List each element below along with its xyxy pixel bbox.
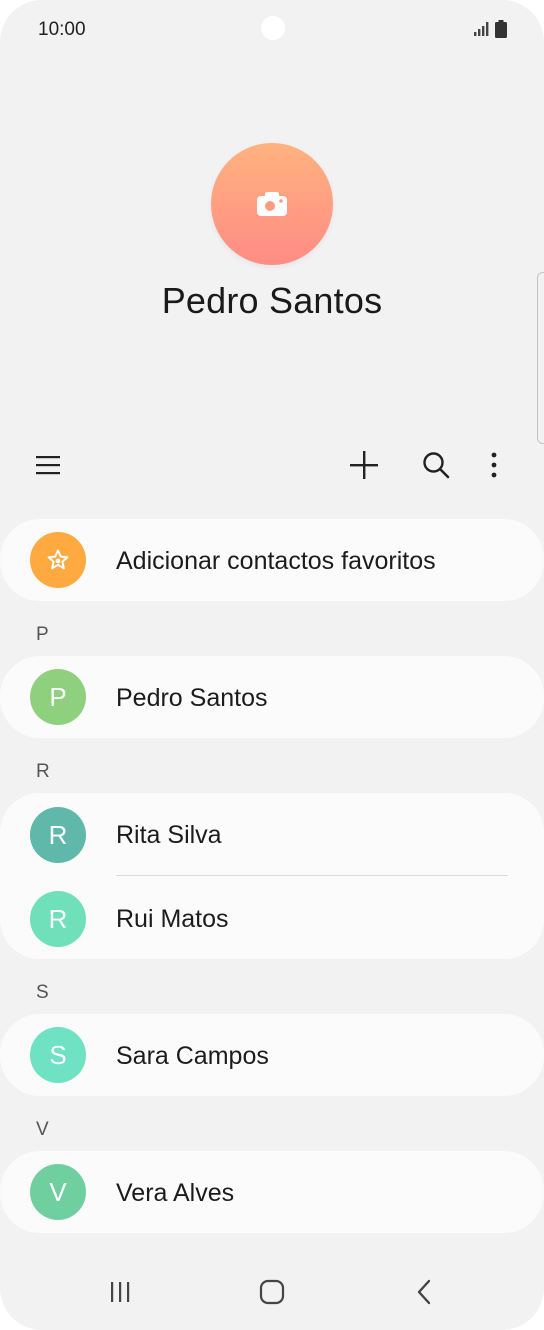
contact-avatar: V	[30, 1164, 86, 1220]
contact-group-r: R Rita Silva R Rui Matos	[0, 793, 544, 959]
more-options-button[interactable]	[474, 445, 514, 485]
status-time: 10:00	[38, 19, 86, 40]
back-button[interactable]	[404, 1272, 444, 1312]
profile-photo-button[interactable]	[211, 143, 333, 265]
battery-icon	[495, 20, 507, 38]
recents-button[interactable]	[100, 1272, 140, 1312]
profile-name: Pedro Santos	[161, 280, 383, 321]
contact-row-pedro-santos[interactable]: P Pedro Santos	[0, 656, 544, 740]
contact-avatar: R	[30, 807, 86, 863]
row-divider	[116, 875, 508, 876]
contact-name: Rita Silva	[116, 821, 222, 849]
contact-name: Rui Matos	[116, 905, 229, 933]
scroll-handle[interactable]	[537, 272, 544, 444]
favorites-card[interactable]: Adicionar contactos favoritos	[0, 519, 544, 601]
contact-avatar: R	[30, 891, 86, 947]
home-button[interactable]	[252, 1272, 292, 1312]
status-bar: 10:00	[0, 0, 544, 60]
star-icon	[47, 549, 69, 570]
contact-name: Vera Alves	[116, 1179, 235, 1207]
contact-row-vera-alves[interactable]: V Vera Alves	[0, 1151, 544, 1235]
section-header-v: V	[36, 1119, 49, 1140]
more-vertical-icon	[491, 452, 497, 478]
favorites-avatar	[30, 532, 86, 588]
search-button[interactable]	[416, 445, 456, 485]
plus-icon	[350, 451, 378, 479]
favorites-label: Adicionar contactos favoritos	[116, 547, 436, 575]
section-header-r: R	[36, 761, 50, 782]
back-icon	[417, 1279, 431, 1305]
section-header-s: S	[36, 982, 49, 1003]
contact-group-p: P Pedro Santos	[0, 656, 544, 738]
contact-group-s: S Sara Campos	[0, 1014, 544, 1096]
phone-screen: 10:00 Pedro Santos Adicionar contactos f…	[0, 0, 544, 1330]
contact-name: Pedro Santos	[116, 684, 268, 712]
menu-icon	[36, 456, 60, 475]
signal-icon	[474, 22, 489, 36]
section-header-p: P	[36, 624, 49, 645]
camera-icon	[257, 192, 287, 216]
search-icon	[423, 452, 450, 479]
add-contact-button[interactable]	[344, 445, 384, 485]
contact-avatar: S	[30, 1027, 86, 1083]
contact-avatar: P	[30, 669, 86, 725]
home-icon	[259, 1279, 285, 1305]
camera-cutout	[261, 16, 285, 40]
contact-name: Sara Campos	[116, 1042, 269, 1070]
contact-row-sara-campos[interactable]: S Sara Campos	[0, 1014, 544, 1098]
contact-row-rui-matos[interactable]: R Rui Matos	[0, 877, 544, 961]
contact-row-rita-silva[interactable]: R Rita Silva	[0, 793, 544, 877]
contact-group-v: V Vera Alves	[0, 1151, 544, 1233]
recents-icon	[111, 1282, 130, 1302]
menu-button[interactable]	[28, 445, 68, 485]
